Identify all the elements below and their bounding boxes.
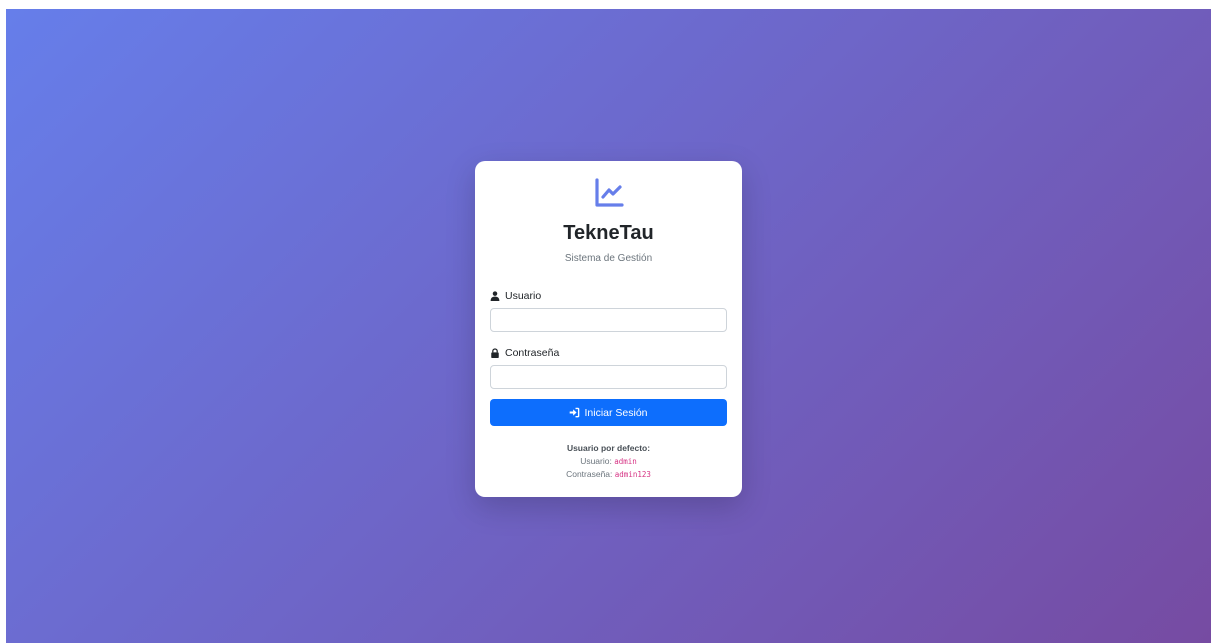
login-button-label: Iniciar Sesión [584,406,648,419]
sign-in-icon [570,407,580,418]
default-password-label: Contraseña: [566,469,613,479]
password-input[interactable] [490,365,727,389]
username-label-text: Usuario [505,290,542,302]
password-label-text: Contraseña [505,347,560,359]
user-icon [490,291,500,301]
default-password-value: admin123 [614,470,651,479]
login-button[interactable]: Iniciar Sesión [490,399,727,426]
username-input[interactable] [490,308,727,332]
lock-icon [491,348,499,358]
default-username-label: Usuario: [580,456,612,466]
login-background: TekneTau Sistema de Gestión Usuario Cont… [6,9,1211,643]
brand-subtitle: Sistema de Gestión [564,253,653,264]
login-card: TekneTau Sistema de Gestión Usuario Cont… [475,161,742,497]
default-username-value: admin [614,457,637,466]
default-password-line: Contraseña: admin123 [490,468,727,481]
default-username-line: Usuario: admin [490,455,727,468]
chart-line-icon [594,178,624,207]
default-credentials: Usuario por defecto: Usuario: admin Cont… [490,442,727,481]
username-label: Usuario [490,289,727,303]
default-credentials-heading: Usuario por defecto: [566,443,651,453]
brand-title: TekneTau [563,222,654,244]
password-label: Contraseña [490,346,727,360]
